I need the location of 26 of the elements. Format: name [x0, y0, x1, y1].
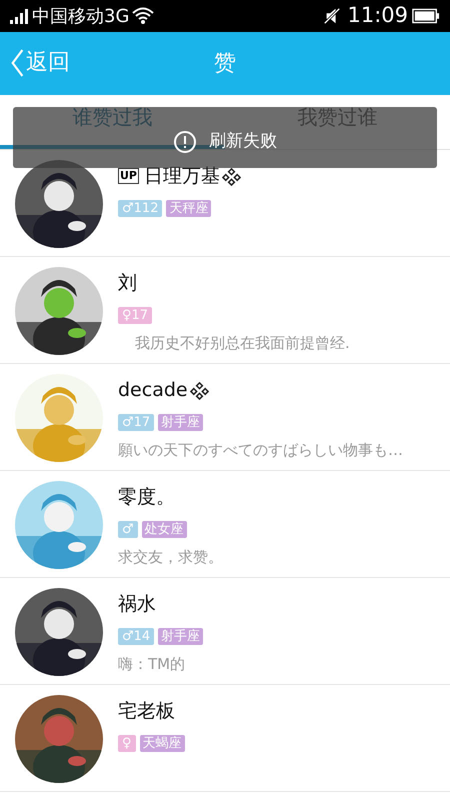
- zodiac-badge: 天蝎座: [140, 735, 185, 752]
- user-name: decade: [118, 378, 188, 403]
- user-name: 刘: [118, 270, 137, 296]
- zodiac-badge: 射手座: [158, 628, 204, 645]
- level-badge: UP: [118, 168, 139, 184]
- gender-age-badge: ♂17: [118, 414, 154, 431]
- status-text: 求交友，求赞。: [118, 547, 223, 568]
- carrier-text: 中国移动3G: [32, 4, 130, 28]
- zodiac-badge: 射手座: [158, 414, 204, 431]
- toast-text: 刷新失败: [209, 130, 277, 152]
- gender-age-badge: ♂112: [118, 200, 162, 217]
- user-name: 宅老板: [118, 698, 175, 724]
- user-name: 零度。: [118, 484, 175, 510]
- gender-age-badge: ♀17: [118, 307, 152, 324]
- status-text: 我历史不好别总在我面前提曾经.: [134, 333, 350, 354]
- page-title: 赞: [214, 50, 236, 78]
- zodiac-badge: 天秤座: [166, 200, 212, 217]
- status-text: 願いの天下のすべてのすばらしい物事も…: [118, 440, 403, 461]
- gender-age-badge: ♂14: [118, 628, 154, 645]
- user-name: 日理万基: [144, 164, 220, 189]
- status-text: 嗨：TM的: [118, 654, 186, 675]
- clock-text: 11:09: [347, 2, 408, 30]
- user-name: 祸水: [118, 592, 156, 617]
- gender-age-badge: ♀: [118, 735, 136, 752]
- zodiac-badge: 处女座: [142, 521, 187, 538]
- gender-age-badge: ♂: [118, 521, 138, 538]
